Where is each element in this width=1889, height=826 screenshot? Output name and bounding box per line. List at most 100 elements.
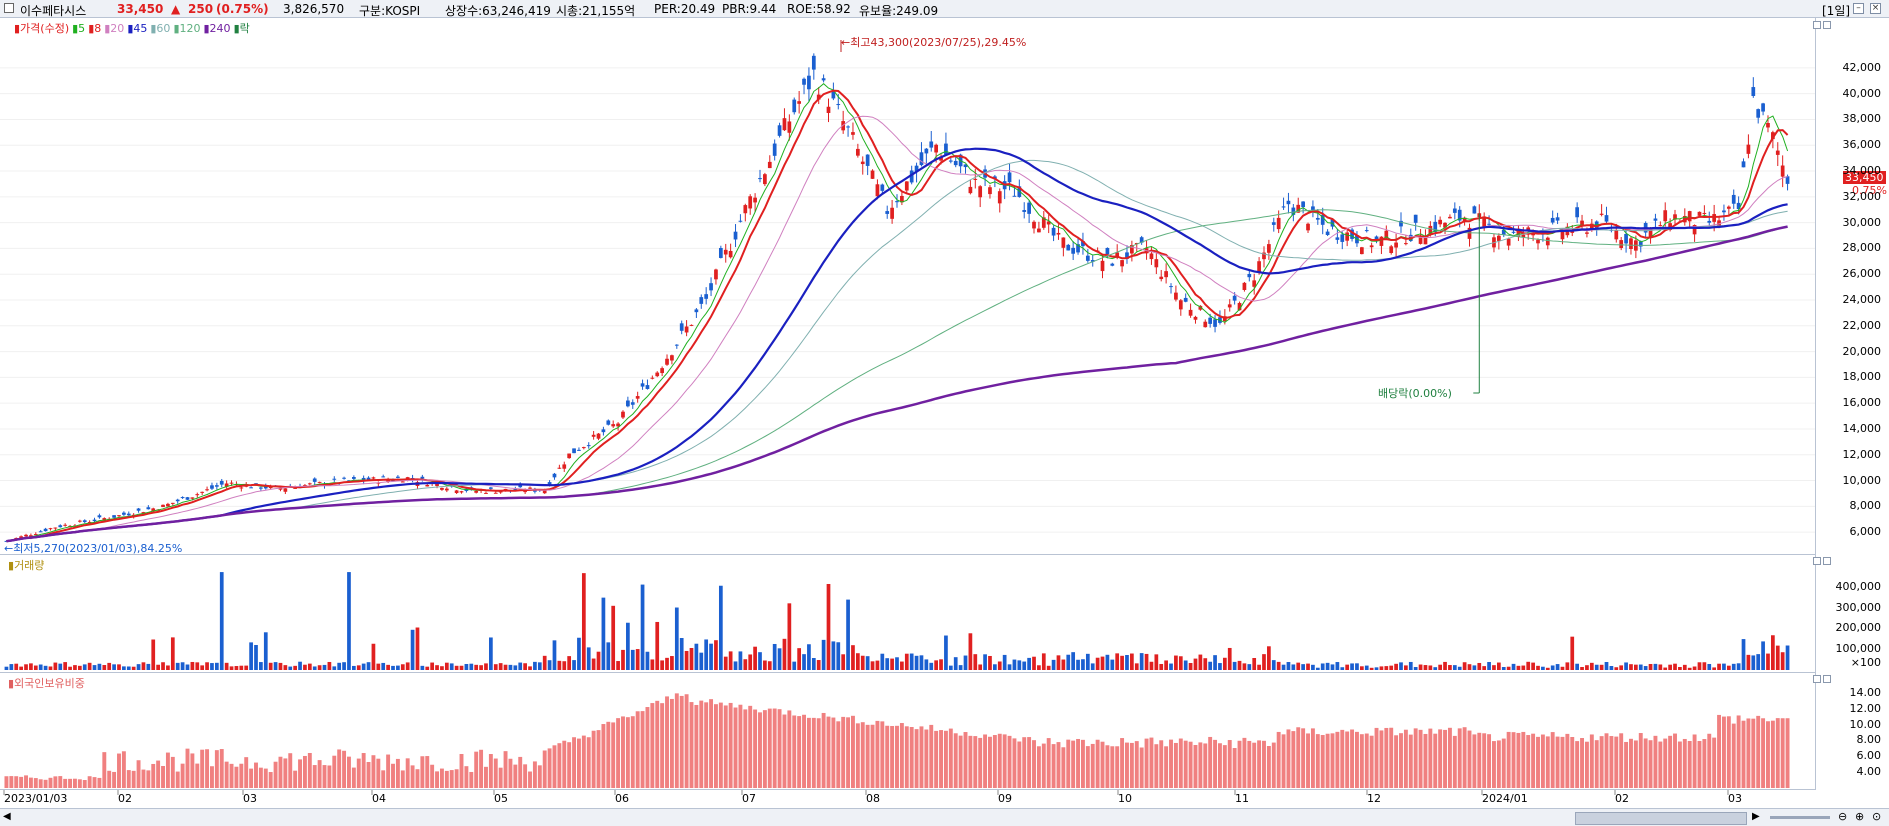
zoom-slider[interactable] bbox=[1770, 816, 1830, 819]
volume-bar bbox=[748, 654, 753, 670]
volume-bar bbox=[1712, 667, 1717, 670]
volume-bar bbox=[934, 660, 939, 670]
scroll-right-button[interactable]: ▶ bbox=[1752, 811, 1760, 822]
foreign-ratio-bar bbox=[1775, 718, 1780, 788]
price-y-label: 16,000 bbox=[1842, 396, 1882, 410]
foreign-ratio-bar bbox=[1262, 740, 1266, 788]
foreign-ratio-bar bbox=[1447, 727, 1452, 788]
foreign-ratio-bar bbox=[606, 721, 611, 788]
foreign-ratio-bar bbox=[1188, 741, 1193, 788]
foreign-ratio-bar bbox=[361, 753, 366, 788]
candle-body bbox=[1404, 243, 1408, 245]
candle-body bbox=[1624, 233, 1628, 244]
candle-body bbox=[1452, 208, 1457, 213]
candle-body bbox=[811, 55, 816, 70]
foreign-ratio-bar bbox=[400, 770, 405, 788]
candle-body bbox=[635, 396, 640, 399]
foreign-ratio-bar bbox=[846, 717, 851, 788]
volume-bar bbox=[1315, 667, 1320, 670]
foreign-ratio-bar bbox=[1423, 733, 1428, 788]
volume-bar bbox=[327, 661, 332, 670]
foreign-ratio-bar bbox=[410, 765, 415, 788]
high-annotation: ←최고43,300(2023/07/25),29.45% bbox=[841, 36, 1027, 49]
candle-body bbox=[1012, 195, 1017, 197]
volume-bar bbox=[1027, 657, 1031, 670]
candle-body bbox=[655, 372, 660, 377]
volume-bar bbox=[1007, 664, 1012, 670]
volume-bar bbox=[371, 643, 376, 670]
volume-bar bbox=[161, 662, 165, 670]
foreign-ratio-bar bbox=[1252, 742, 1257, 788]
foreign-ratio-bar bbox=[1496, 740, 1501, 788]
candle-body bbox=[1100, 260, 1105, 272]
foreign-ratio-bar bbox=[170, 756, 175, 788]
volume-maximize-button[interactable] bbox=[1813, 557, 1821, 565]
volume-bar bbox=[660, 660, 664, 670]
zoom-out-icon[interactable]: ⊖ bbox=[1838, 810, 1847, 823]
price-y-label: 10,000 bbox=[1842, 473, 1882, 487]
candle-body bbox=[581, 447, 586, 449]
foreign-ratio-bar bbox=[1325, 733, 1330, 788]
foreign-ratio-bar bbox=[141, 769, 146, 788]
foreign-ratio-bar bbox=[841, 716, 846, 788]
candle-body bbox=[1506, 238, 1511, 246]
foreign-close-button[interactable] bbox=[1823, 675, 1831, 683]
volume-bar bbox=[1702, 662, 1707, 670]
candle-body bbox=[1780, 165, 1785, 177]
volume-bar bbox=[577, 637, 581, 670]
foreign-ratio-bar bbox=[1565, 733, 1570, 788]
foreign-ratio-bar bbox=[1350, 729, 1355, 788]
foreign-ratio-bar bbox=[1076, 738, 1081, 788]
scroll-thumb[interactable] bbox=[1575, 812, 1747, 825]
volume-bar bbox=[1374, 667, 1379, 670]
volume-bar bbox=[347, 572, 351, 670]
volume-bar bbox=[1144, 653, 1149, 670]
foreign-ratio-bar bbox=[542, 750, 547, 788]
candle-body bbox=[1286, 200, 1291, 205]
foreign-ratio-bar bbox=[1193, 744, 1198, 788]
volume-bar bbox=[1682, 664, 1687, 670]
volume-close-button[interactable] bbox=[1823, 557, 1831, 565]
volume-bar bbox=[1560, 666, 1565, 670]
foreign-ratio-bar bbox=[107, 770, 112, 788]
foreign-ratio-bar bbox=[753, 709, 758, 788]
foreign-ratio-bar bbox=[1629, 738, 1633, 788]
panel-close-button[interactable] bbox=[1823, 21, 1831, 29]
zoom-in-icon[interactable]: ⊕ bbox=[1855, 810, 1864, 823]
foreign-ratio-bar bbox=[860, 722, 865, 788]
candle-body bbox=[312, 478, 317, 482]
volume-bar bbox=[552, 640, 557, 670]
volume-bar bbox=[1267, 646, 1271, 670]
foreign-ratio-bar bbox=[1247, 740, 1252, 788]
volume-bar bbox=[1311, 664, 1315, 670]
foreign-ratio-bar bbox=[1482, 733, 1487, 788]
foreign-ratio-bar bbox=[1198, 742, 1203, 788]
volume-bar bbox=[1276, 661, 1281, 670]
zoom-reset-icon[interactable]: ⊙ bbox=[1872, 810, 1881, 823]
foreign-ratio-bar bbox=[258, 767, 263, 788]
foreign-ratio-bar bbox=[953, 733, 958, 788]
foreign-ratio-bar bbox=[988, 736, 992, 788]
candle-body bbox=[1203, 321, 1208, 328]
candle-body bbox=[205, 489, 209, 491]
volume-bar bbox=[58, 663, 63, 670]
foreign-ratio-bar bbox=[1467, 730, 1472, 788]
volume-bar bbox=[909, 653, 914, 670]
volume-bar bbox=[268, 662, 273, 670]
volume-bar bbox=[1154, 654, 1159, 670]
scroll-left-button[interactable]: ◀ bbox=[3, 811, 11, 822]
foreign-ratio-bar bbox=[1736, 715, 1741, 788]
volume-bar bbox=[767, 661, 772, 670]
volume-bar bbox=[87, 662, 92, 670]
foreign-ratio-bar bbox=[347, 756, 351, 788]
volume-bar bbox=[29, 663, 33, 670]
candle-body bbox=[1027, 202, 1031, 214]
panel-maximize-button[interactable] bbox=[1813, 21, 1821, 29]
volume-bar bbox=[640, 584, 645, 670]
foreign-ratio-bar bbox=[572, 737, 577, 788]
candle-body bbox=[802, 78, 806, 85]
foreign-ratio-bar bbox=[1580, 738, 1584, 788]
foreign-maximize-button[interactable] bbox=[1813, 675, 1821, 683]
volume-bar bbox=[146, 663, 151, 670]
candle-body bbox=[170, 502, 175, 504]
